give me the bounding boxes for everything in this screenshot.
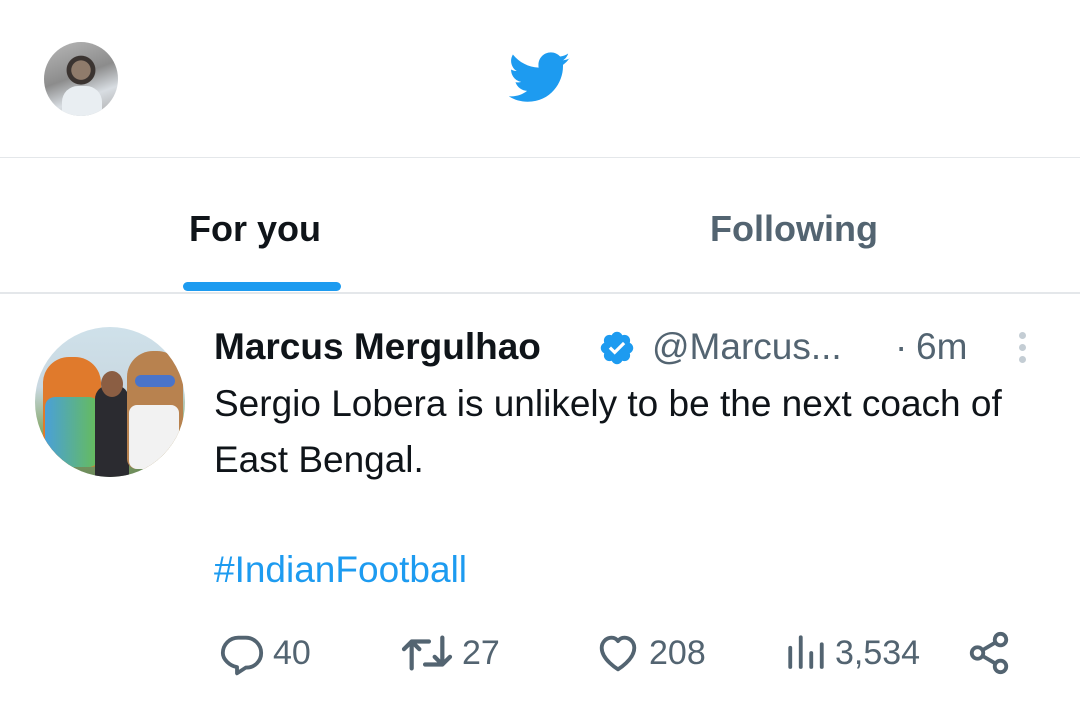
like-button[interactable]: 208 [595, 624, 706, 682]
author-name[interactable]: Marcus Mergulhao [214, 324, 541, 370]
tweet-text: Sergio Lobera is unlikely to be the next… [214, 383, 1002, 480]
twitter-bird-icon[interactable] [509, 52, 571, 104]
views-chart-icon [788, 635, 824, 669]
tweet-card[interactable]: Marcus Mergulhao @Marcus... · 6m Sergio … [0, 294, 1080, 706]
views-button[interactable]: 3,534 [785, 624, 920, 682]
author-handle[interactable]: @Marcus... [652, 324, 842, 370]
author-avatar[interactable] [35, 327, 185, 477]
verified-badge-icon [600, 331, 634, 365]
avatar-photo-person-head [101, 371, 123, 397]
like-count: 208 [649, 633, 706, 672]
retweet-count: 27 [462, 633, 500, 672]
top-app-bar [0, 0, 1080, 157]
reply-button[interactable]: 40 [219, 624, 311, 682]
share-icon [969, 631, 1009, 675]
active-tab-indicator [183, 282, 341, 291]
avatar-photo-person [95, 385, 129, 477]
retweet-icon [401, 635, 453, 671]
reply-icon [220, 635, 264, 676]
separator-dot: · [895, 326, 908, 367]
heart-icon [599, 635, 637, 672]
view-count: 3,534 [835, 633, 921, 672]
hashtag-link[interactable]: #IndianFootball [214, 542, 467, 598]
share-button[interactable] [966, 624, 1020, 682]
reply-count: 40 [273, 633, 311, 672]
tweet-timestamp[interactable]: 6m [916, 324, 967, 370]
avatar-photo-mascot-shirt [129, 405, 179, 469]
more-options-icon[interactable] [1013, 328, 1031, 368]
tab-following[interactable]: Following [710, 206, 878, 252]
tab-for-you[interactable]: For you [189, 206, 321, 252]
avatar-photo-mascot-glasses [135, 375, 175, 387]
tweet-actions: 40 27 208 3,534 [0, 624, 1080, 684]
retweet-button[interactable]: 27 [400, 624, 500, 682]
avatar-photo-mascot-suit [45, 397, 99, 467]
profile-avatar-button[interactable] [44, 42, 118, 116]
timeline-tabs: For you Following [0, 158, 1080, 292]
